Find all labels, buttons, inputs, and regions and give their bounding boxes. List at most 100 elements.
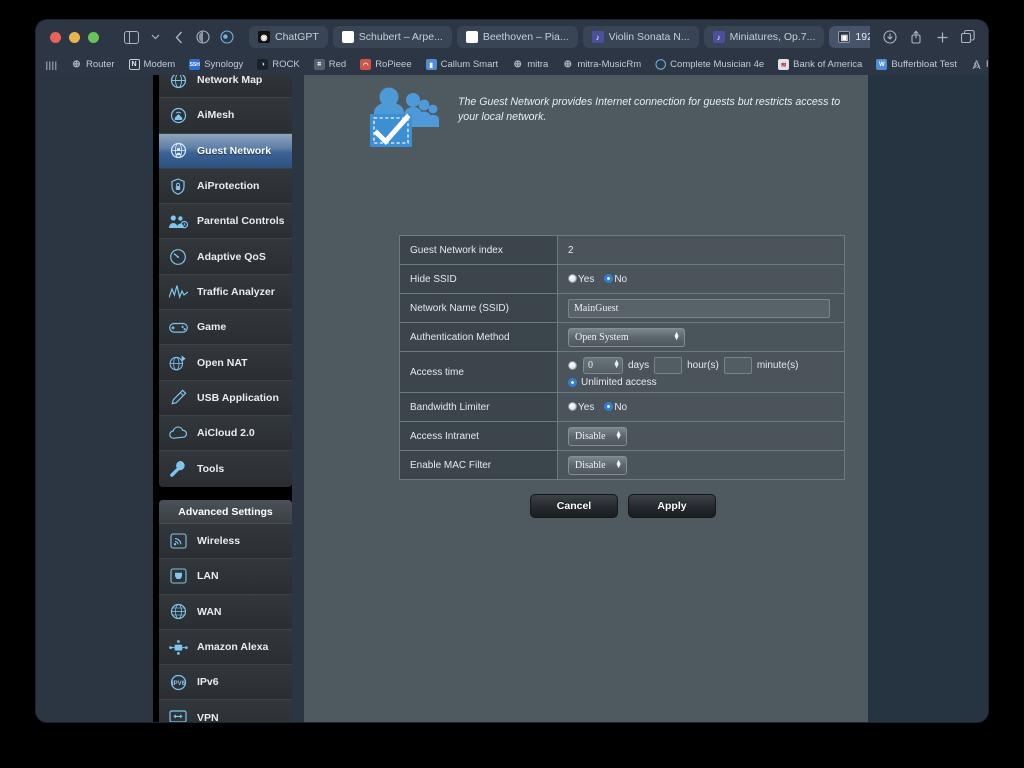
sidebar-item-parental-controls[interactable]: Parental Controls bbox=[159, 204, 292, 240]
purple-icon: ♪ bbox=[712, 31, 725, 43]
wrench-icon bbox=[168, 459, 188, 479]
bookmark-item[interactable]: ◯ Complete Musician 4e bbox=[655, 59, 764, 70]
download-icon[interactable] bbox=[878, 26, 902, 48]
sidebar-item-wan[interactable]: WAN bbox=[159, 594, 292, 630]
sidebar-item-label: VPN bbox=[197, 712, 219, 722]
bookmark-item[interactable]: ≋ Bank of America bbox=[778, 59, 862, 70]
mac-filter-value: Disable bbox=[575, 459, 606, 471]
sidebar-item-amazon-alexa[interactable]: Amazon Alexa bbox=[159, 629, 292, 666]
sidebar-item-adaptive-qos[interactable]: Adaptive QoS bbox=[159, 239, 292, 275]
bandwidth-limiter-no-radio[interactable] bbox=[604, 401, 614, 411]
usb-icon bbox=[168, 388, 188, 408]
new-tab-icon[interactable] bbox=[930, 26, 954, 48]
sidebar-advanced-menu: Advanced Settings Wireless LAN WAN Amazo… bbox=[159, 500, 292, 722]
sidebar-item-label: Wireless bbox=[197, 535, 241, 548]
share-icon[interactable] bbox=[904, 26, 928, 48]
bookmark-item[interactable]: ⊕ mitra-MusicRm bbox=[562, 59, 642, 70]
bookmark-item[interactable]: ⊕ mitra bbox=[512, 59, 548, 70]
tab-label: ChatGPT bbox=[275, 31, 319, 43]
boa-icon: ≋ bbox=[778, 59, 790, 70]
sidebar-item-network-map[interactable]: Network Map bbox=[159, 75, 292, 99]
minimize-window-button[interactable] bbox=[69, 31, 80, 43]
apply-button[interactable]: Apply bbox=[628, 494, 716, 518]
table-row-bandwidth-limiter: Bandwidth Limiter Yes No bbox=[399, 392, 845, 422]
ssid-cell bbox=[557, 293, 845, 323]
access-time-unlimited-label: Unlimited access bbox=[581, 376, 657, 388]
back-button-icon[interactable] bbox=[167, 26, 191, 48]
access-time-hours-input[interactable] bbox=[654, 356, 683, 374]
waveform-icon: W bbox=[876, 59, 888, 70]
bookmark-item[interactable]: W Bufferbloat Test bbox=[876, 59, 957, 70]
browser-tab[interactable]: G Schubert – Arpe... bbox=[332, 26, 452, 48]
sidebar-item-game[interactable]: Game bbox=[159, 310, 292, 346]
sidebar-item-guest-network[interactable]: Guest Network bbox=[159, 133, 292, 169]
guest-people-icon bbox=[364, 87, 442, 149]
parental-controls-icon bbox=[168, 211, 188, 231]
bookmark-label: Bank of America bbox=[793, 59, 863, 70]
bandwidth-limiter-yes-label: Yes bbox=[578, 401, 595, 413]
bookmark-item[interactable]: ⌗ Red bbox=[313, 59, 347, 70]
row-label: Network Name (SSID) bbox=[399, 293, 558, 323]
sidebar-item-lan[interactable]: LAN bbox=[159, 559, 292, 595]
bookmark-label: Red bbox=[328, 59, 347, 70]
access-time-limited-radio[interactable] bbox=[568, 360, 577, 370]
guest-network-settings-table: Guest Network index 2 Hide SSID Yes No Ne… bbox=[399, 235, 845, 480]
bookmark-item[interactable]: ◠ RoPieee bbox=[360, 59, 412, 70]
access-time-unlimited-radio[interactable] bbox=[568, 377, 577, 387]
sidebar-item-aiprotection[interactable]: AiProtection bbox=[159, 168, 292, 205]
mac-filter-select[interactable]: Disable ▲ ▼ bbox=[568, 455, 627, 475]
netgear-icon: N bbox=[128, 59, 140, 70]
browser-tab[interactable]: ♪ Violin Sonata N... bbox=[582, 26, 699, 48]
sidebar-item-vpn[interactable]: VPN bbox=[159, 700, 292, 722]
extension-icon[interactable] bbox=[215, 26, 239, 48]
row-label: Access Intranet bbox=[399, 421, 558, 451]
ssid-input[interactable] bbox=[568, 298, 830, 318]
access-time-days-value: 0 bbox=[588, 359, 593, 371]
access-intranet-cell: Disable ▲ ▼ bbox=[557, 421, 845, 451]
browser-tab[interactable]: G Beethoven – Pia... bbox=[456, 26, 578, 48]
bookmark-item[interactable]: ⊕ Router bbox=[71, 59, 114, 70]
access-intranet-select[interactable]: Disable ▲ ▼ bbox=[568, 426, 627, 446]
hide-ssid-yes-radio[interactable] bbox=[568, 273, 577, 283]
sidebar-item-open-nat[interactable]: Open NAT bbox=[159, 345, 292, 381]
cancel-button[interactable]: Cancel bbox=[530, 494, 618, 518]
shield-privacy-icon[interactable] bbox=[191, 26, 215, 48]
bookmark-item[interactable]: ▮ Callum Smart bbox=[425, 59, 498, 70]
google-icon: G bbox=[465, 31, 478, 43]
browser-tab[interactable]: ♪ Miniatures, Op.7... bbox=[703, 26, 825, 48]
sidebar-item-aicloud[interactable]: AiCloud 2.0 bbox=[159, 415, 292, 452]
browser-tab-active[interactable]: ▣ 192.168.50.1/Guest_network.asp bbox=[829, 26, 870, 48]
bookmark-item[interactable]: N Modem bbox=[128, 59, 175, 70]
cloud-icon bbox=[168, 423, 188, 443]
bookmark-item[interactable]: ◑ ROCK bbox=[257, 59, 300, 70]
mac-filter-cell: Disable ▲ ▼ bbox=[557, 450, 845, 480]
bookmark-reading-list[interactable]: |||| bbox=[45, 59, 57, 70]
tab-overview-icon[interactable] bbox=[956, 26, 980, 48]
auth-method-select[interactable]: Open System ▲ ▼ bbox=[568, 327, 685, 347]
sidebar-chevron-down-icon[interactable] bbox=[143, 26, 167, 48]
chevron-updown-icon: ▲ ▼ bbox=[615, 458, 622, 470]
hide-ssid-no-radio[interactable] bbox=[604, 273, 614, 283]
browser-window: ◉ ChatGPT G Schubert – Arpe... G Beethov… bbox=[36, 20, 988, 722]
bookmarks-overflow-icon[interactable]: » bbox=[973, 58, 980, 72]
sidebar-item-traffic-analyzer[interactable]: Traffic Analyzer bbox=[159, 274, 292, 311]
aimesh-icon bbox=[168, 105, 188, 125]
sidebar-item-label: Open NAT bbox=[197, 356, 248, 369]
browser-tab[interactable]: ◉ ChatGPT bbox=[249, 26, 328, 48]
bookmarks-bar: |||| ⊕ Router N Modem SSH Synology ◑ ROCK ⌗ R… bbox=[36, 54, 988, 75]
sidebar-item-ipv6[interactable]: IPV6 IPv6 bbox=[159, 665, 292, 701]
bandwidth-limiter-yes-radio[interactable] bbox=[568, 401, 577, 411]
maximize-window-button[interactable] bbox=[88, 31, 99, 43]
bookmark-item[interactable]: SSH Synology bbox=[189, 59, 243, 70]
chevron-updown-icon: ▲ ▼ bbox=[613, 358, 620, 370]
access-time-days-stepper[interactable]: 0 ▲ ▼ bbox=[583, 356, 623, 374]
sidebar-item-tools[interactable]: Tools bbox=[159, 451, 292, 487]
sidebar-item-usb-application[interactable]: USB Application bbox=[159, 380, 292, 416]
sidebar-item-aimesh[interactable]: AiMesh bbox=[159, 98, 292, 134]
close-window-button[interactable] bbox=[50, 31, 61, 43]
access-time-minutes-input[interactable] bbox=[723, 356, 752, 374]
sidebar-item-label: LAN bbox=[197, 570, 219, 583]
sidebar-toggle-icon[interactable] bbox=[119, 26, 143, 48]
lan-icon bbox=[168, 566, 188, 586]
sidebar-item-wireless[interactable]: Wireless bbox=[159, 524, 292, 560]
